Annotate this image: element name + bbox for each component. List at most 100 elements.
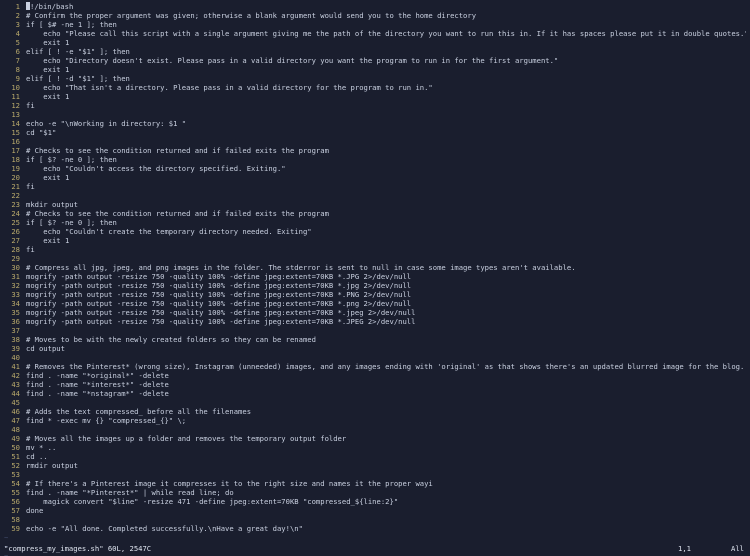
line-content[interactable]: rmdir output — [26, 461, 746, 470]
code-line[interactable]: 21fi — [4, 182, 746, 191]
code-line[interactable]: 49# Moves all the images up a folder and… — [4, 434, 746, 443]
line-content[interactable]: exit 1 — [26, 92, 746, 101]
code-line[interactable]: 28fi — [4, 245, 746, 254]
line-content[interactable]: if [ $# -ne 1 ]; then — [26, 20, 746, 29]
line-content[interactable]: echo "Directory doesn't exist. Please pa… — [26, 56, 746, 65]
line-content[interactable]: elif [ ! -d "$1" ]; then — [26, 74, 746, 83]
code-line[interactable]: 18if [ $? -ne 0 ]; then — [4, 155, 746, 164]
code-line[interactable]: 43find . -name "*interest*" -delete — [4, 380, 746, 389]
line-content[interactable]: cd "$1" — [26, 128, 746, 137]
code-line[interactable]: 42find . -name "*original*" -delete — [4, 371, 746, 380]
code-line[interactable]: 32mogrify -path output -resize 750 -qual… — [4, 281, 746, 290]
line-content[interactable] — [26, 515, 746, 524]
code-line[interactable]: 1!/bin/bash — [4, 2, 746, 11]
code-line[interactable]: 6elif [ ! -e "$1" ]; then — [4, 47, 746, 56]
line-content[interactable]: mogrify -path output -resize 750 -qualit… — [26, 299, 746, 308]
line-content[interactable]: mogrify -path output -resize 750 -qualit… — [26, 308, 746, 317]
code-line[interactable]: 5 exit 1 — [4, 38, 746, 47]
code-line[interactable]: 17# Checks to see the condition returned… — [4, 146, 746, 155]
code-line[interactable]: 35mogrify -path output -resize 750 -qual… — [4, 308, 746, 317]
line-content[interactable]: exit 1 — [26, 236, 746, 245]
code-line[interactable]: 44find . -name "*nstagram*" -delete — [4, 389, 746, 398]
line-content[interactable]: find * -exec mv {} "compressed_{}" \; — [26, 416, 746, 425]
code-line[interactable]: 9elif [ ! -d "$1" ]; then — [4, 74, 746, 83]
code-line[interactable]: 38# Moves to be with the newly created f… — [4, 335, 746, 344]
line-content[interactable]: echo -e "\nWorking in directory: $1 " — [26, 119, 746, 128]
line-content[interactable]: find . -name "*interest*" -delete — [26, 380, 746, 389]
code-line[interactable]: 52rmdir output — [4, 461, 746, 470]
line-content[interactable]: fi — [26, 245, 746, 254]
code-line[interactable]: 11 exit 1 — [4, 92, 746, 101]
code-line[interactable]: 53 — [4, 470, 746, 479]
code-line[interactable]: 20 exit 1 — [4, 173, 746, 182]
line-content[interactable]: fi — [26, 101, 746, 110]
line-content[interactable]: # Removes the Pinterest* (wrong size), I… — [26, 362, 746, 371]
code-line[interactable]: 45 — [4, 398, 746, 407]
code-line[interactable]: 2# Confirm the proper argument was given… — [4, 11, 746, 20]
line-content[interactable]: if [ $? -ne 0 ]; then — [26, 218, 746, 227]
line-content[interactable] — [26, 398, 746, 407]
line-content[interactable]: !/bin/bash — [26, 2, 746, 11]
line-content[interactable]: # Compress all jpg, jpeg, and png images… — [26, 263, 746, 272]
code-line[interactable]: 37 — [4, 326, 746, 335]
code-line[interactable]: 14echo -e "\nWorking in directory: $1 " — [4, 119, 746, 128]
line-content[interactable]: cd output — [26, 344, 746, 353]
code-line[interactable]: 57done — [4, 506, 746, 515]
line-content[interactable]: # Checks to see the condition returned a… — [26, 209, 746, 218]
line-content[interactable] — [26, 254, 746, 263]
line-content[interactable]: fi — [26, 182, 746, 191]
code-line[interactable]: 29 — [4, 254, 746, 263]
code-line[interactable]: 22 — [4, 191, 746, 200]
line-content[interactable]: find . -name "*Pinterest*" | while read … — [26, 488, 746, 497]
line-content[interactable]: echo "Couldn't access the directory spec… — [26, 164, 746, 173]
code-line[interactable]: 39cd output — [4, 344, 746, 353]
code-line[interactable]: 24# Checks to see the condition returned… — [4, 209, 746, 218]
code-line[interactable]: 46# Adds the text compressed_ before all… — [4, 407, 746, 416]
line-content[interactable] — [26, 137, 746, 146]
code-editor[interactable]: 1!/bin/bash2# Confirm the proper argumen… — [0, 0, 750, 556]
line-content[interactable]: mogrify -path output -resize 750 -qualit… — [26, 272, 746, 281]
code-line[interactable]: 8 exit 1 — [4, 65, 746, 74]
code-line[interactable]: 30# Compress all jpg, jpeg, and png imag… — [4, 263, 746, 272]
line-content[interactable] — [26, 353, 746, 362]
line-content[interactable]: # Moves all the images up a folder and r… — [26, 434, 746, 443]
code-line[interactable]: 16 — [4, 137, 746, 146]
code-line[interactable]: 26 echo "Couldn't create the temporary d… — [4, 227, 746, 236]
code-line[interactable]: 48 — [4, 425, 746, 434]
line-content[interactable]: echo "Please call this script with a sin… — [26, 29, 746, 38]
line-content[interactable]: cd .. — [26, 452, 746, 461]
line-content[interactable]: # If there's a Pinterest image it compre… — [26, 479, 746, 488]
line-content[interactable]: echo "That isn't a directory. Please pas… — [26, 83, 746, 92]
code-line[interactable]: 55find . -name "*Pinterest*" | while rea… — [4, 488, 746, 497]
code-line[interactable]: 36mogrify -path output -resize 750 -qual… — [4, 317, 746, 326]
line-content[interactable]: if [ $? -ne 0 ]; then — [26, 155, 746, 164]
line-content[interactable]: magick convert "$line" -resize 471 -defi… — [26, 497, 746, 506]
line-content[interactable] — [26, 425, 746, 434]
code-line[interactable]: 41# Removes the Pinterest* (wrong size),… — [4, 362, 746, 371]
line-content[interactable]: # Moves to be with the newly created fol… — [26, 335, 746, 344]
code-line[interactable]: 4 echo "Please call this script with a s… — [4, 29, 746, 38]
code-line[interactable]: 27 exit 1 — [4, 236, 746, 245]
line-content[interactable]: mv * .. — [26, 443, 746, 452]
code-line[interactable]: 58 — [4, 515, 746, 524]
code-line[interactable]: 7 echo "Directory doesn't exist. Please … — [4, 56, 746, 65]
code-line[interactable]: 3if [ $# -ne 1 ]; then — [4, 20, 746, 29]
line-content[interactable]: # Checks to see the condition returned a… — [26, 146, 746, 155]
line-content[interactable] — [26, 326, 746, 335]
code-line[interactable]: 51cd .. — [4, 452, 746, 461]
line-content[interactable]: # Confirm the proper argument was given;… — [26, 11, 746, 20]
line-content[interactable] — [26, 110, 746, 119]
code-line[interactable]: 56 magick convert "$line" -resize 471 -d… — [4, 497, 746, 506]
code-line[interactable]: 15cd "$1" — [4, 128, 746, 137]
code-line[interactable]: 33mogrify -path output -resize 750 -qual… — [4, 290, 746, 299]
line-content[interactable]: mogrify -path output -resize 750 -qualit… — [26, 317, 746, 326]
line-content[interactable]: find . -name "*nstagram*" -delete — [26, 389, 746, 398]
line-content[interactable]: exit 1 — [26, 173, 746, 182]
line-content[interactable]: echo -e "All done. Completed successfull… — [26, 524, 746, 533]
code-line[interactable]: 23mkdir output — [4, 200, 746, 209]
code-line[interactable]: 34mogrify -path output -resize 750 -qual… — [4, 299, 746, 308]
code-line[interactable]: 12fi — [4, 101, 746, 110]
line-content[interactable]: # Adds the text compressed_ before all t… — [26, 407, 746, 416]
line-content[interactable]: exit 1 — [26, 38, 746, 47]
line-content[interactable]: done — [26, 506, 746, 515]
